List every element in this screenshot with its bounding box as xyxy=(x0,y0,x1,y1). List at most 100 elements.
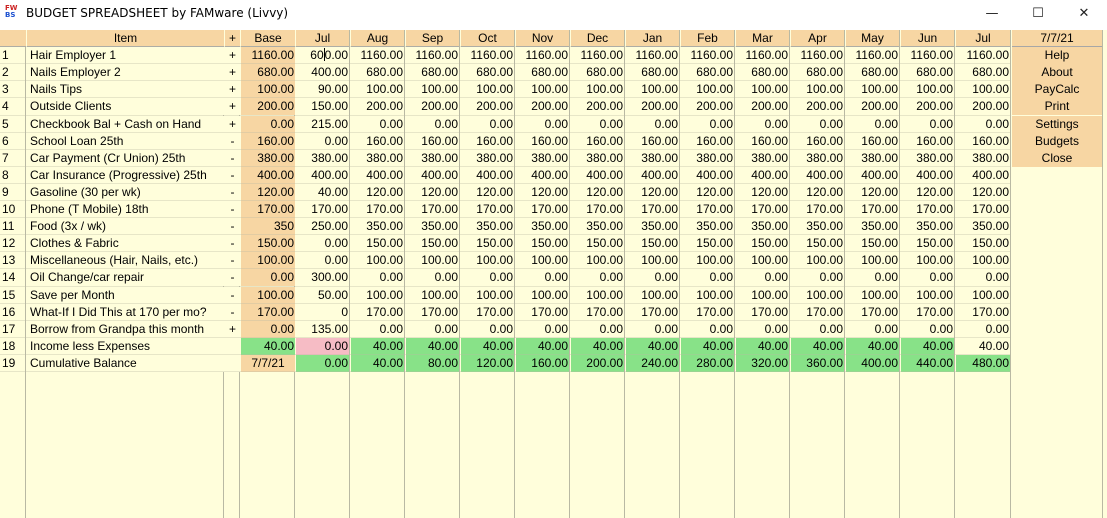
month-value[interactable]: 1160.00 xyxy=(846,47,899,65)
item-label[interactable]: Save per Month xyxy=(27,286,224,304)
month-value[interactable]: 680.00 xyxy=(736,64,789,82)
month-value[interactable]: 160.00 xyxy=(571,132,624,150)
month-value[interactable]: 100.00 xyxy=(626,252,679,270)
month-value[interactable]: 0.00 xyxy=(406,320,459,338)
month-value[interactable]: 350.00 xyxy=(461,218,514,236)
item-label[interactable]: Income less Expenses xyxy=(27,337,224,355)
base-value[interactable]: 170.00 xyxy=(241,201,295,219)
month-value[interactable]: 100.00 xyxy=(791,252,844,270)
month-value[interactable]: 400.00 xyxy=(846,166,899,184)
month-value[interactable]: 100.00 xyxy=(791,81,844,99)
sign-cell[interactable]: + xyxy=(225,98,240,116)
month-value[interactable]: 150.00 xyxy=(791,235,844,253)
month-value[interactable]: 100.00 xyxy=(956,252,1010,270)
month-value[interactable]: 40.00 xyxy=(516,337,569,355)
month-value[interactable]: 0.00 xyxy=(791,115,844,133)
month-value[interactable]: 40.00 xyxy=(571,337,624,355)
month-value[interactable]: 200.00 xyxy=(791,98,844,116)
month-value[interactable]: 0.00 xyxy=(296,337,349,355)
month-value[interactable]: 100.00 xyxy=(846,81,899,99)
month-value[interactable]: 120.00 xyxy=(626,183,679,201)
month-value[interactable]: 400.00 xyxy=(956,166,1010,184)
month-value[interactable]: 200.00 xyxy=(736,98,789,116)
month-value[interactable]: 400.00 xyxy=(571,166,624,184)
base-value[interactable]: 380.00 xyxy=(241,149,295,167)
month-value[interactable]: 150.00 xyxy=(846,235,899,253)
month-value[interactable]: 170.00 xyxy=(791,201,844,219)
month-value[interactable]: 100.00 xyxy=(351,252,404,270)
month-value[interactable]: 160.00 xyxy=(626,132,679,150)
month-value[interactable]: 0.00 xyxy=(351,115,404,133)
month-value[interactable]: 0.00 xyxy=(791,320,844,338)
month-value[interactable]: 0.00 xyxy=(626,269,679,287)
month-value[interactable]: 100.00 xyxy=(901,81,954,99)
month-value[interactable]: 90.00 xyxy=(296,81,349,99)
month-value[interactable]: 200.00 xyxy=(846,98,899,116)
base-value[interactable]: 400.00 xyxy=(241,166,295,184)
base-value[interactable]: 120.00 xyxy=(241,183,295,201)
month-value[interactable]: 120.00 xyxy=(736,183,789,201)
sign-cell[interactable]: - xyxy=(225,286,240,304)
month-value[interactable]: 400.00 xyxy=(626,166,679,184)
base-value[interactable]: 170.00 xyxy=(241,303,295,321)
month-value[interactable]: 680.00 xyxy=(571,64,624,82)
active-cell[interactable]: 600.00 xyxy=(296,47,349,65)
item-label[interactable]: Borrow from Grandpa this month xyxy=(27,320,224,338)
month-value[interactable]: 0.00 xyxy=(296,354,349,372)
month-value[interactable]: 200.00 xyxy=(516,98,569,116)
base-value[interactable]: 0.00 xyxy=(241,269,295,287)
sign-cell[interactable]: - xyxy=(225,166,240,184)
month-value[interactable]: 200.00 xyxy=(351,98,404,116)
month-value[interactable]: 350.00 xyxy=(736,218,789,236)
item-label[interactable]: Checkbook Bal + Cash on Hand xyxy=(27,115,224,133)
month-value[interactable]: 0.00 xyxy=(681,269,734,287)
sign-cell[interactable]: - xyxy=(225,201,240,219)
month-value[interactable]: 150.00 xyxy=(461,235,514,253)
month-value[interactable]: 0.00 xyxy=(571,269,624,287)
month-value[interactable]: 1160.00 xyxy=(406,47,459,65)
month-value[interactable]: 1160.00 xyxy=(626,47,679,65)
month-value[interactable]: 1160.00 xyxy=(461,47,514,65)
month-value[interactable]: 100.00 xyxy=(681,286,734,304)
month-value[interactable]: 0.00 xyxy=(956,115,1010,133)
item-label[interactable]: Hair Employer 1 xyxy=(27,47,224,65)
month-value[interactable]: 160.00 xyxy=(516,132,569,150)
month-value[interactable]: 160.00 xyxy=(351,132,404,150)
sign-cell[interactable]: - xyxy=(225,269,240,287)
month-value[interactable]: 100.00 xyxy=(406,286,459,304)
month-value[interactable]: 0.00 xyxy=(296,252,349,270)
month-value[interactable]: 350.00 xyxy=(571,218,624,236)
month-value[interactable]: 170.00 xyxy=(406,201,459,219)
base-value[interactable]: 100.00 xyxy=(241,252,295,270)
month-value[interactable]: 160.00 xyxy=(461,132,514,150)
month-value[interactable]: 160.00 xyxy=(406,132,459,150)
month-value[interactable]: 0.00 xyxy=(626,320,679,338)
month-value[interactable]: 150.00 xyxy=(681,235,734,253)
month-value[interactable]: 680.00 xyxy=(681,64,734,82)
month-value[interactable]: 400.00 xyxy=(296,64,349,82)
base-value[interactable]: 160.00 xyxy=(241,132,295,150)
month-value[interactable]: 0.00 xyxy=(516,269,569,287)
base-value[interactable]: 0.00 xyxy=(241,115,295,133)
month-value[interactable]: 170.00 xyxy=(681,303,734,321)
month-value[interactable]: 120.00 xyxy=(571,183,624,201)
month-value[interactable]: 1160.00 xyxy=(901,47,954,65)
month-value[interactable]: 170.00 xyxy=(571,201,624,219)
month-value[interactable]: 680.00 xyxy=(461,64,514,82)
sign-cell[interactable]: + xyxy=(225,64,240,82)
month-value[interactable]: 0.00 xyxy=(956,269,1010,287)
month-value[interactable]: 120.00 xyxy=(846,183,899,201)
month-value[interactable]: 680.00 xyxy=(791,64,844,82)
item-label[interactable]: Cumulative Balance xyxy=(27,354,224,372)
month-value[interactable]: 400.00 xyxy=(296,166,349,184)
sign-cell[interactable]: - xyxy=(225,183,240,201)
month-value[interactable]: 0.00 xyxy=(681,115,734,133)
sign-cell[interactable]: + xyxy=(225,320,240,338)
month-value[interactable]: 170.00 xyxy=(626,303,679,321)
base-value[interactable]: 0.00 xyxy=(241,320,295,338)
month-value[interactable]: 680.00 xyxy=(956,64,1010,82)
month-value[interactable]: 680.00 xyxy=(406,64,459,82)
side-button-settings[interactable]: Settings xyxy=(1012,115,1102,133)
item-label[interactable]: Oil Change/car repair xyxy=(27,269,224,287)
month-value[interactable]: 200.00 xyxy=(406,98,459,116)
